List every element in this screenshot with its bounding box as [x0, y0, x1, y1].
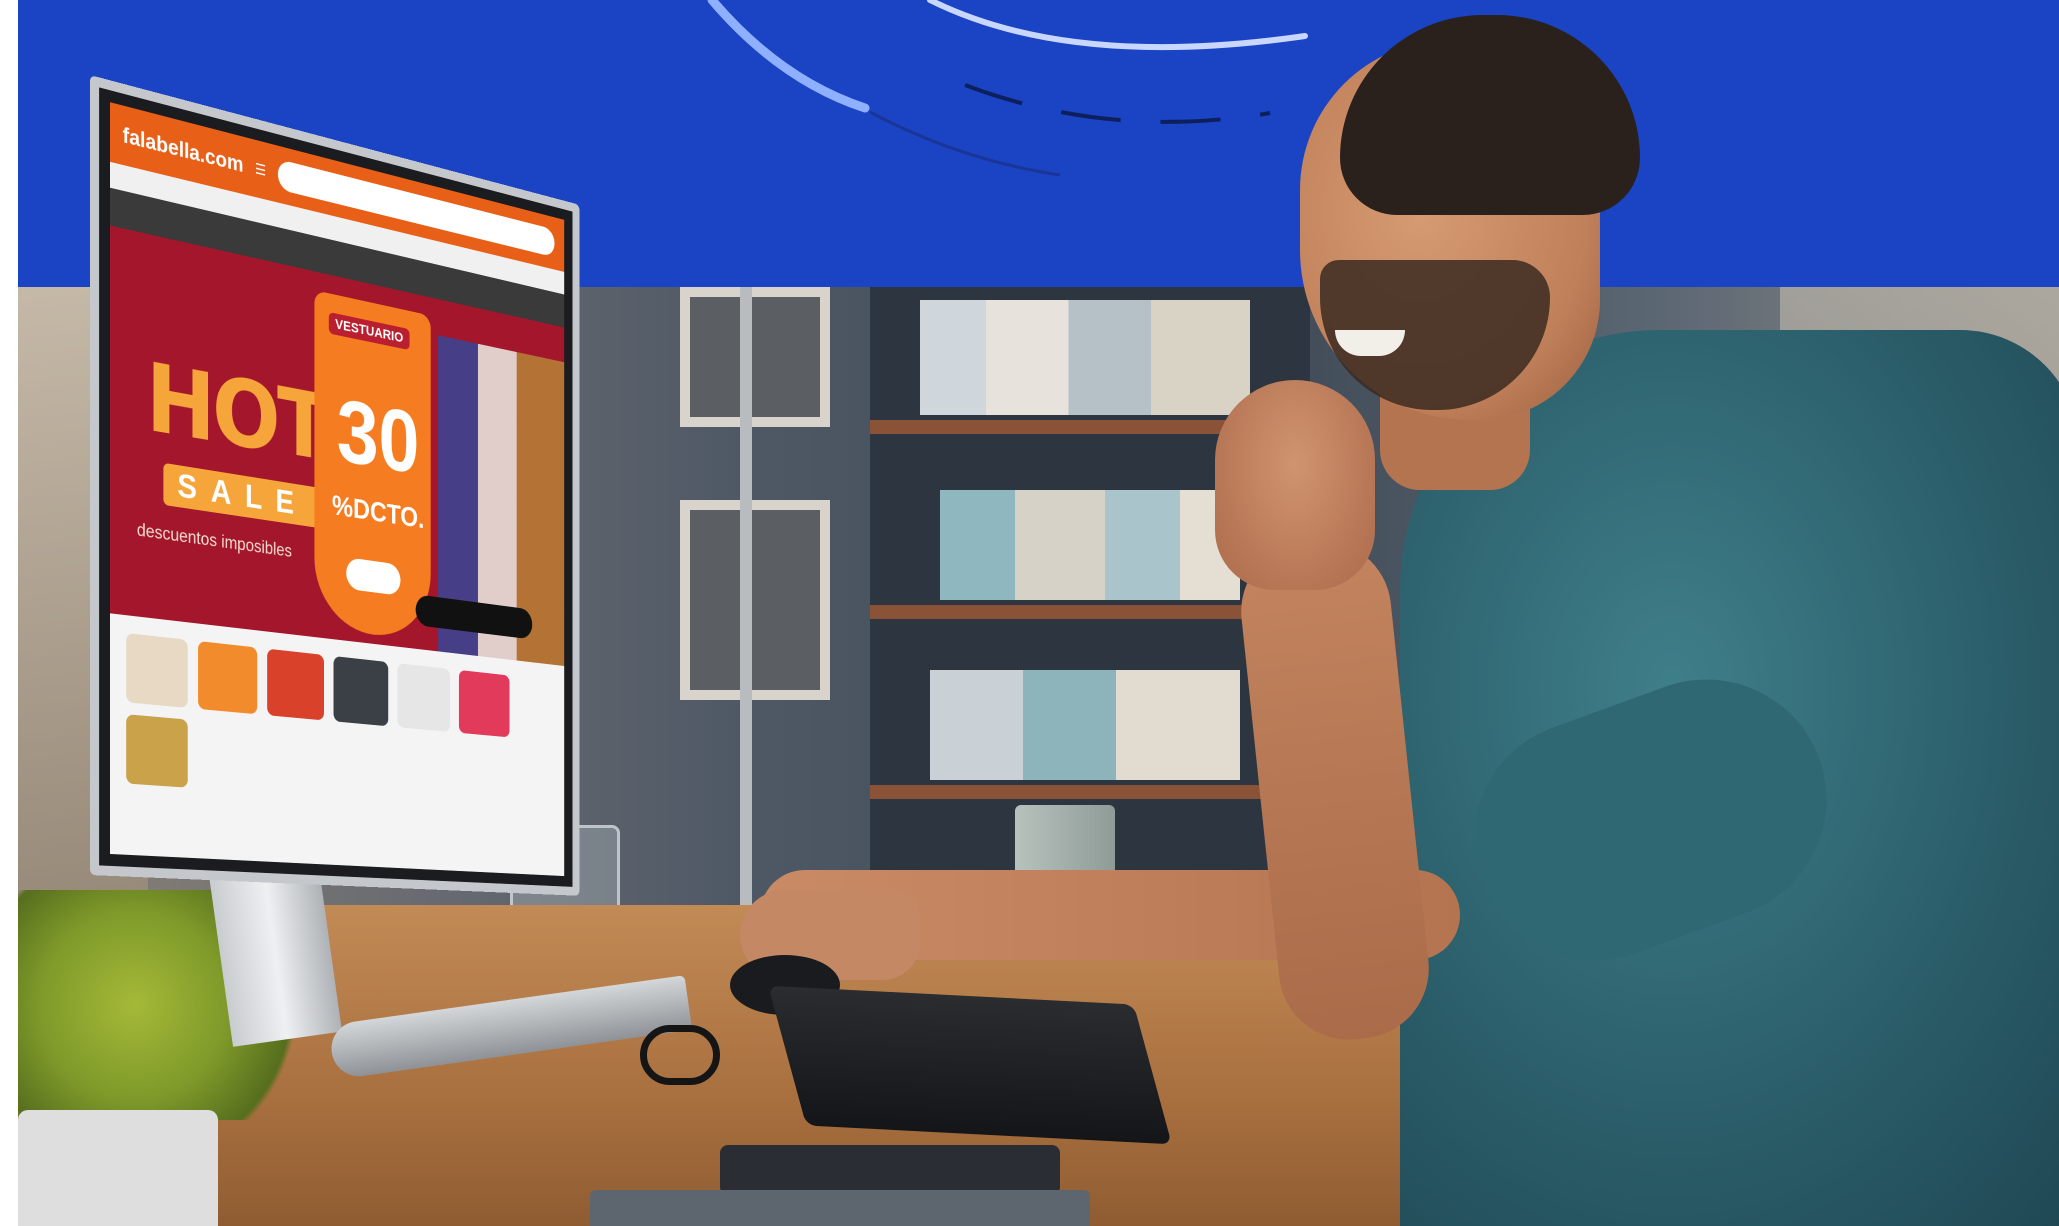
hot-text: HOT	[145, 341, 327, 482]
tablet	[590, 1190, 1090, 1226]
wall-picture-frame	[680, 500, 830, 700]
arc-light-2	[927, 0, 1308, 51]
smartphone	[720, 1145, 1060, 1195]
arc-dark-dashed	[964, 83, 1271, 124]
product-tile	[397, 663, 451, 732]
books-row	[930, 670, 1240, 780]
product-tile	[458, 669, 510, 738]
monitor-screen: falabella.com ☰ HOT SALE descuentos impo…	[109, 102, 565, 877]
books-row	[940, 490, 1240, 600]
keyboard	[768, 985, 1172, 1145]
photo-scene: falabella.com ☰ HOT SALE descuentos impo…	[0, 0, 2059, 1226]
wall-picture-frame	[680, 287, 830, 427]
eyeglasses	[640, 1025, 720, 1085]
site-menu: ☰	[255, 160, 267, 180]
product-tile	[126, 633, 188, 708]
product-tile	[267, 648, 325, 721]
product-tile	[333, 656, 389, 727]
shelf-board	[870, 785, 1310, 799]
floor-lamp	[740, 287, 752, 927]
arc-dark-long	[869, 110, 1061, 177]
man-fist-under-chin	[1215, 380, 1375, 590]
plant-pot	[18, 1110, 218, 1226]
arc-light-1	[707, 0, 870, 113]
computer-monitor: falabella.com ☰ HOT SALE descuentos impo…	[90, 75, 580, 896]
discount-number: 30	[336, 379, 420, 493]
product-tile	[198, 640, 258, 715]
banner-subtitle: descuentos imposibles	[136, 519, 292, 561]
product-tile	[126, 714, 188, 788]
books-row	[920, 300, 1250, 415]
left-white-margin	[0, 0, 18, 1226]
